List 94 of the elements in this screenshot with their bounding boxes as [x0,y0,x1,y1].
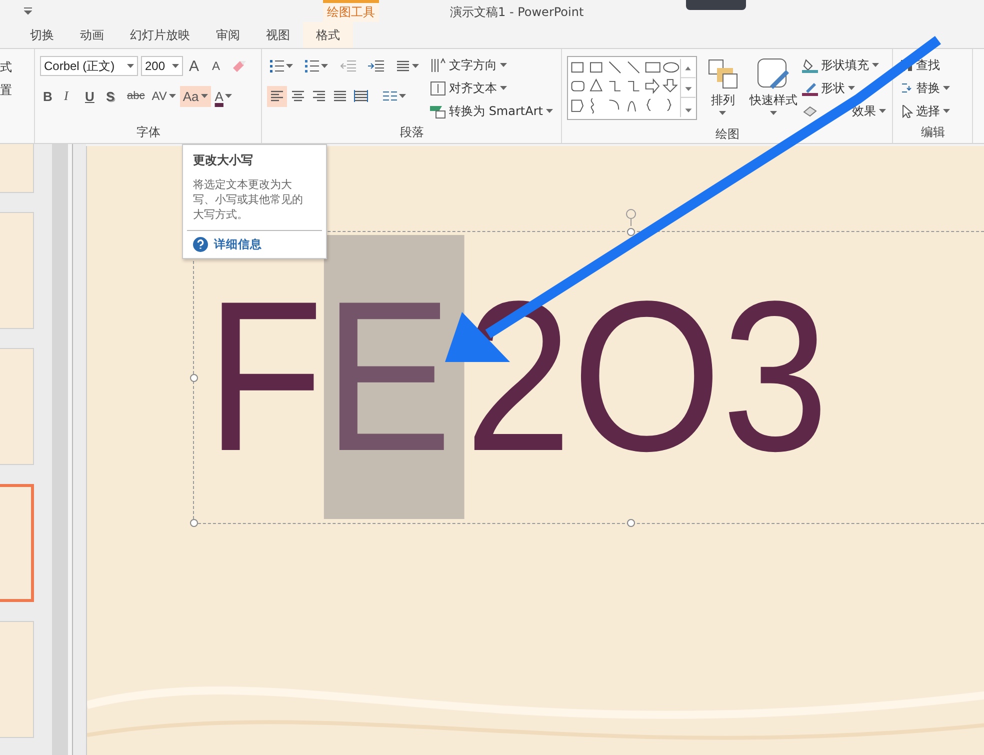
slide-thumbnail[interactable] [0,484,34,602]
paragraph-command[interactable]: 转换为 SmartArt [428,100,555,122]
window-title: 演示文稿1 - PowerPoint [450,4,584,21]
columns-icon [383,91,397,101]
paragraph-command[interactable]: 对齐文本 [428,77,555,99]
caret-icon [172,64,179,68]
grow-font-button[interactable]: A [186,56,206,76]
style-brush-icon [756,58,792,90]
align-icon [333,90,347,102]
font-format-button[interactable]: abc [124,86,148,106]
ribbon-tab[interactable]: 格式 [303,22,353,48]
text-direction-icon [430,58,446,72]
font-size-field[interactable]: 200 [141,56,183,76]
tooltip-title: 更改大小写 [193,152,254,169]
align-icon [354,90,368,102]
shape-format-command[interactable]: 形状 [800,77,888,99]
shape-gallery[interactable] [567,56,696,120]
bullet-list-icon [270,59,284,73]
help-link[interactable]: 详细信息 [187,230,322,252]
group-label: 编辑 [921,124,945,141]
caret-icon [848,86,855,90]
pencil-icon [802,80,818,96]
arrange-icon [706,58,739,90]
caret-icon [943,109,950,113]
tooltip-text: 将选定文本更改为大写、小写或其他常见的大写方式。 [193,177,304,222]
group-label: 段落 [400,124,424,141]
ribbon-command[interactable]: 置 [0,82,30,99]
caret-icon [225,94,232,98]
caret-icon [719,111,726,115]
smartart-icon [430,104,446,118]
resize-handle[interactable] [627,519,635,527]
caret-icon [399,94,406,98]
rotate-handle[interactable] [625,208,637,226]
caret-icon [872,63,879,67]
align-icon [291,90,305,102]
shape-format-command[interactable]: 效果 [800,100,888,122]
context-tab-group: 绘图工具 [323,0,379,22]
numbered-list-icon [305,59,319,73]
caret-icon [943,86,950,90]
caret-icon [879,109,886,113]
editing-command[interactable]: 选择 [898,100,952,122]
editing-command[interactable]: 替换 [898,77,952,99]
help-icon [193,237,208,252]
ribbon-tab[interactable]: 视图 [253,22,303,48]
caret-icon [321,64,328,68]
font-format-button[interactable]: S [103,86,123,106]
font-format-button[interactable]: B [40,86,60,106]
align-button[interactable] [267,86,287,106]
quick-styles-button[interactable]: 快速样式 [749,56,798,126]
ribbon-tab[interactable]: 切换 [17,22,67,48]
caret-icon [770,111,778,115]
shrink-font-button[interactable]: A [209,56,229,76]
group-label: 绘图 [716,126,740,143]
replace-icon [900,82,913,94]
ribbon-tab[interactable]: 审阅 [203,22,253,48]
align-text-icon [430,80,446,96]
cursor-icon [900,104,913,118]
font-format-button[interactable]: AV [148,86,179,106]
caret-icon [546,109,553,113]
level-meter-icon [686,0,746,10]
resize-handle[interactable] [190,374,198,382]
font-format-button[interactable]: U [82,86,102,106]
group-label: 字体 [136,124,160,141]
align-icon [312,90,326,102]
font-name-field[interactable]: Corbel (正文) [40,56,138,76]
caret-icon [168,94,176,98]
caret-icon [286,64,293,68]
eraser-icon[interactable] [232,59,248,73]
outdent-icon [340,60,356,72]
resize-handle[interactable] [190,519,198,527]
paragraph-command[interactable]: 文字方向 [428,54,555,76]
arrange-button[interactable]: 排列 [698,56,748,126]
shape-format-command[interactable]: 形状填充 [800,54,888,76]
align-icon [270,90,284,102]
font-format-button[interactable]: I [61,86,81,106]
slide-thumbnail[interactable] [0,621,34,738]
line-spacing-icon [396,60,410,72]
slide-thumbnail[interactable] [0,212,34,329]
indent-icon [368,60,384,72]
caret-icon [412,64,419,68]
caret-icon [127,64,134,68]
font-format-button[interactable]: A [212,86,236,106]
ribbon-tab[interactable]: 动画 [67,22,117,48]
ribbon-command[interactable]: 式 [0,59,30,76]
shape-effect-icon [802,104,818,118]
caret-icon [200,94,208,98]
slide-thumbnail[interactable] [0,348,34,465]
caret-icon [500,86,507,90]
caret-icon [500,63,507,67]
paint-bucket-icon [802,58,818,72]
resize-handle[interactable] [627,228,635,236]
font-format-button[interactable]: Aa [180,86,211,106]
dropdown-icon[interactable] [24,7,32,15]
ribbon-tab[interactable]: 幻灯片放映 [117,22,203,48]
